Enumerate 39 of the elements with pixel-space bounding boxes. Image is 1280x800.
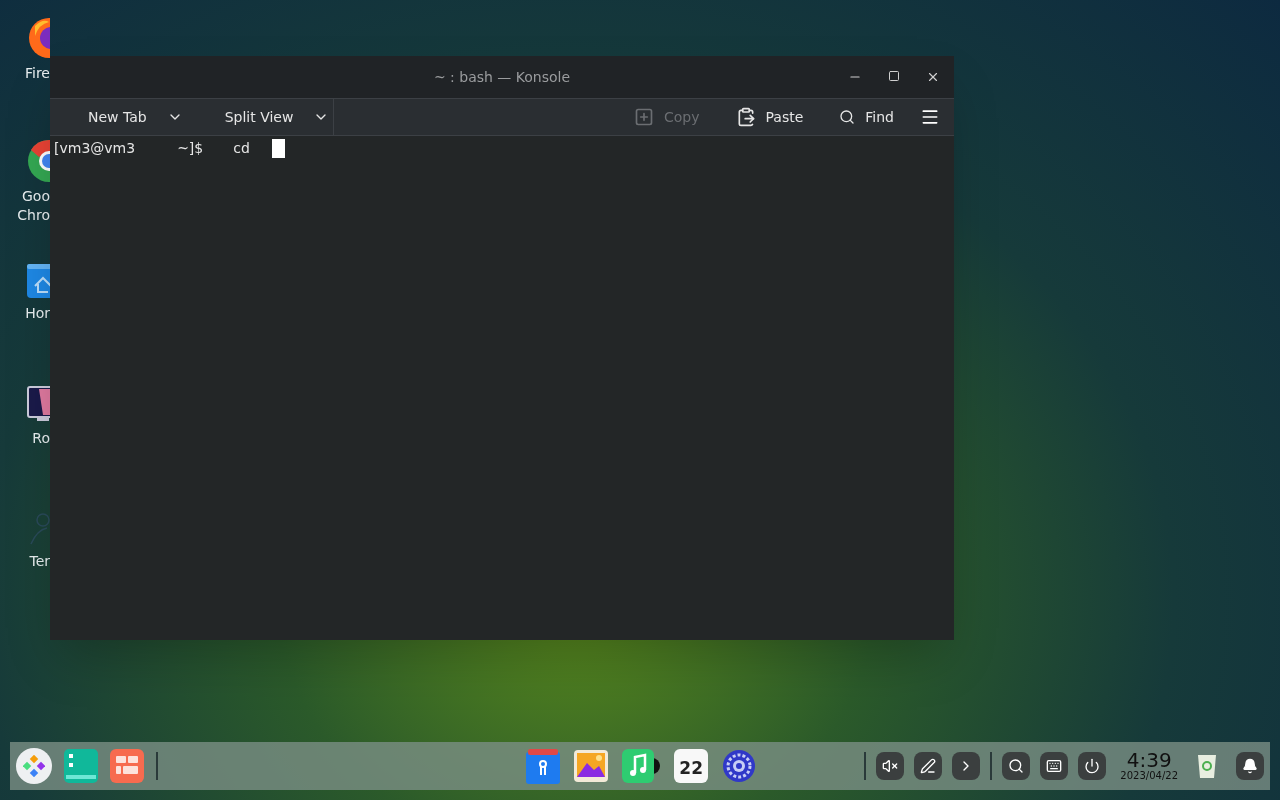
notification-icon[interactable] (1236, 752, 1264, 780)
app-store-icon[interactable] (110, 749, 144, 783)
toolbar-button[interactable]: Paste (717, 106, 822, 128)
maximize-icon[interactable] (888, 70, 900, 82)
toolbar-button[interactable]: New Tab (50, 99, 187, 135)
prompt-user: [vm3@vm3 (54, 138, 136, 158)
trash-icon[interactable] (1196, 753, 1218, 779)
desktop-icon-label[interactable]: Ter (29, 552, 50, 571)
desktop-icon-label[interactable]: Fire (25, 64, 50, 83)
mute-icon[interactable] (876, 752, 905, 780)
clock-date[interactable]: 2023/04/22 (1120, 770, 1178, 782)
prompt-path: ~]$ (177, 138, 204, 158)
command-text: cd (233, 138, 250, 158)
window-title: ~ : bash — Konsole (433, 67, 571, 87)
text-cursor (271, 138, 285, 158)
keyboard-icon[interactable] (1040, 752, 1069, 780)
file-manager-icon[interactable] (64, 749, 98, 783)
music-icon[interactable] (622, 749, 661, 783)
copy-icon (634, 107, 654, 127)
archive-icon[interactable] (526, 748, 561, 784)
pen-icon[interactable] (914, 752, 943, 780)
menu-icon[interactable] (920, 107, 940, 127)
search-icon (839, 109, 856, 125)
launcher-icon[interactable] (16, 748, 52, 784)
toolbar-button[interactable]: Find (821, 106, 912, 128)
image-viewer-icon[interactable] (574, 750, 609, 782)
chevron-right-icon[interactable] (952, 752, 981, 780)
desktop-icon-label[interactable]: Ro (32, 429, 50, 448)
desktop-icon-label[interactable]: Hor (25, 304, 50, 323)
search-icon[interactable] (1002, 752, 1031, 780)
calendar-day: 22 (679, 759, 703, 777)
folder-icon[interactable] (27, 262, 50, 300)
gear-icon[interactable] (722, 749, 757, 783)
close-icon[interactable] (926, 70, 940, 84)
power-icon[interactable] (1078, 752, 1107, 780)
toolbar-button[interactable]: Split View (186, 99, 334, 135)
clock-time[interactable]: 4:39 (1126, 750, 1172, 770)
calendar-icon[interactable]: 22 (674, 749, 709, 783)
desktop-icon-label[interactable]: Goo Chro (17, 187, 50, 225)
